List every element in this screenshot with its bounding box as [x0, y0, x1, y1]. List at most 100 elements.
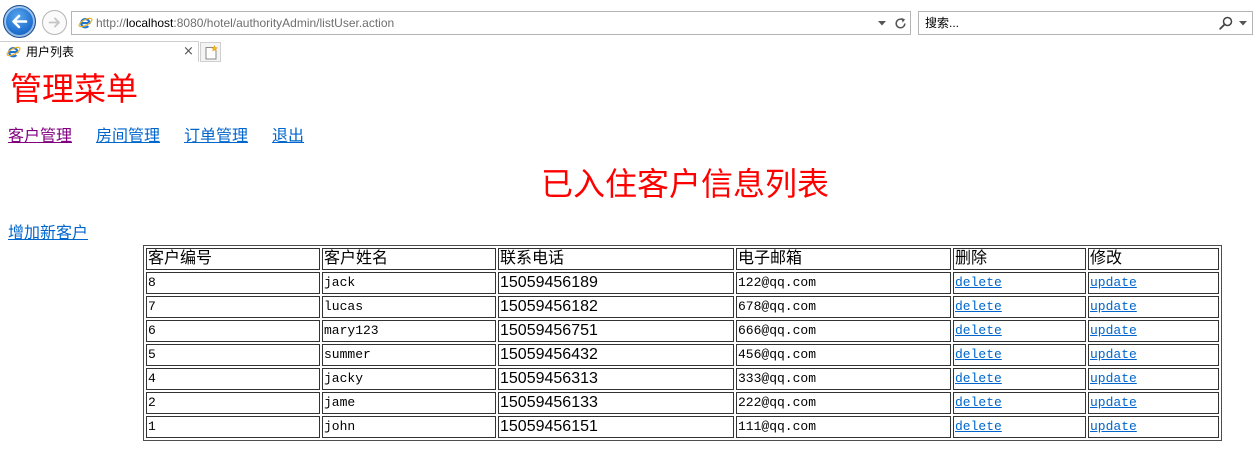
table-row: 5 summer 15059456432 456@qq.com delete u…	[146, 344, 1219, 366]
update-cell: update	[1088, 344, 1219, 366]
email-cell: 456@qq.com	[736, 344, 951, 366]
table-row: 6 mary123 15059456751 666@qq.com delete …	[146, 320, 1219, 342]
delete-link[interactable]: delete	[955, 419, 1002, 434]
page-title: 已入住客户信息列表	[540, 166, 829, 202]
customer-id-cell: 7	[146, 296, 320, 318]
update-cell: update	[1088, 296, 1219, 318]
phone-cell: 15059456432	[498, 344, 734, 366]
phone-cell: 15059456151	[498, 416, 734, 438]
table-header-row: 客户编号 客户姓名 联系电话 电子邮箱 删除 修改	[146, 248, 1219, 270]
phone-cell: 15059456751	[498, 320, 734, 342]
chevron-down-icon[interactable]	[878, 21, 886, 26]
page-content: 管理菜单 客户管理 房间管理 订单管理 退出 已入住客户信息列表 增加新客户 客…	[0, 62, 1256, 470]
update-link[interactable]: update	[1090, 323, 1137, 338]
email-cell: 222@qq.com	[736, 392, 951, 414]
delete-link[interactable]: delete	[955, 395, 1002, 410]
address-url[interactable]: http://localhost:8080/hotel/authorityAdm…	[96, 12, 394, 34]
browser-toolbar: http://localhost:8080/hotel/authorityAdm…	[0, 0, 1256, 40]
update-link[interactable]: update	[1090, 371, 1137, 386]
customer-id-cell: 2	[146, 392, 320, 414]
customer-id-cell: 5	[146, 344, 320, 366]
delete-cell: delete	[953, 296, 1086, 318]
header-email: 电子邮箱	[736, 248, 951, 270]
address-bar[interactable]: http://localhost:8080/hotel/authorityAdm…	[71, 11, 911, 35]
table-row: 1 john 15059456151 111@qq.com delete upd…	[146, 416, 1219, 438]
delete-link[interactable]: delete	[955, 323, 1002, 338]
tab-strip: 用户列表 ×	[0, 40, 1256, 62]
update-link[interactable]: update	[1090, 275, 1137, 290]
customer-id-cell: 6	[146, 320, 320, 342]
update-cell: update	[1088, 416, 1219, 438]
phone-cell: 15059456189	[498, 272, 734, 294]
tab-close-button[interactable]: ×	[183, 42, 194, 62]
nav-link-customer-management[interactable]: 客户管理	[8, 127, 72, 147]
refresh-icon[interactable]	[894, 17, 907, 30]
back-arrow-icon	[12, 14, 28, 29]
customer-id-cell: 1	[146, 416, 320, 438]
table-row: 4 jacky 15059456313 333@qq.com delete up…	[146, 368, 1219, 390]
back-button[interactable]	[3, 5, 36, 38]
forward-arrow-icon	[48, 17, 60, 28]
delete-link[interactable]: delete	[955, 299, 1002, 314]
update-link[interactable]: update	[1090, 299, 1137, 314]
header-delete: 删除	[953, 248, 1086, 270]
email-cell: 333@qq.com	[736, 368, 951, 390]
update-cell: update	[1088, 392, 1219, 414]
delete-cell: delete	[953, 320, 1086, 342]
delete-cell: delete	[953, 344, 1086, 366]
table-row: 8 jack 15059456189 122@qq.com delete upd…	[146, 272, 1219, 294]
nav-link-room-management[interactable]: 房间管理	[96, 127, 160, 147]
phone-cell: 15059456133	[498, 392, 734, 414]
nav-link-order-management[interactable]: 订单管理	[184, 127, 248, 147]
url-host: localhost	[126, 16, 174, 30]
admin-nav: 客户管理 房间管理 订单管理 退出	[8, 127, 304, 147]
customer-name-cell: lucas	[322, 296, 496, 318]
update-link[interactable]: update	[1090, 419, 1137, 434]
header-customer-name: 客户姓名	[322, 248, 496, 270]
customer-id-cell: 8	[146, 272, 320, 294]
tab-user-list[interactable]: 用户列表 ×	[0, 41, 199, 62]
new-tab-icon	[205, 45, 218, 60]
customer-table: 客户编号 客户姓名 联系电话 电子邮箱 删除 修改 8 jack 1505945…	[143, 245, 1222, 441]
customer-name-cell: jacky	[322, 368, 496, 390]
delete-cell: delete	[953, 392, 1086, 414]
update-cell: update	[1088, 272, 1219, 294]
update-cell: update	[1088, 320, 1219, 342]
add-customer-link[interactable]: 增加新客户	[8, 224, 88, 244]
delete-cell: delete	[953, 416, 1086, 438]
update-link[interactable]: update	[1090, 395, 1137, 410]
search-icon[interactable]	[1219, 16, 1233, 30]
customer-name-cell: summer	[322, 344, 496, 366]
customer-name-cell: mary123	[322, 320, 496, 342]
search-box[interactable]	[918, 11, 1253, 35]
customer-name-cell: jame	[322, 392, 496, 414]
nav-link-logout[interactable]: 退出	[272, 127, 304, 147]
customer-name-cell: jack	[322, 272, 496, 294]
tab-title: 用户列表	[26, 45, 75, 59]
chevron-down-icon[interactable]	[1239, 21, 1247, 26]
customer-id-cell: 4	[146, 368, 320, 390]
update-link[interactable]: update	[1090, 347, 1137, 362]
internet-explorer-icon	[78, 17, 93, 29]
email-cell: 122@qq.com	[736, 272, 951, 294]
update-cell: update	[1088, 368, 1219, 390]
table-row: 7 lucas 15059456182 678@qq.com delete up…	[146, 296, 1219, 318]
delete-cell: delete	[953, 368, 1086, 390]
phone-cell: 15059456313	[498, 368, 734, 390]
email-cell: 666@qq.com	[736, 320, 951, 342]
header-customer-id: 客户编号	[146, 248, 320, 270]
internet-explorer-icon	[6, 46, 21, 58]
delete-link[interactable]: delete	[955, 371, 1002, 386]
email-cell: 111@qq.com	[736, 416, 951, 438]
new-tab-button[interactable]	[200, 42, 221, 62]
search-input[interactable]	[925, 13, 1210, 33]
header-update: 修改	[1088, 248, 1219, 270]
delete-link[interactable]: delete	[955, 347, 1002, 362]
menu-title: 管理菜单	[10, 71, 139, 107]
url-path: :8080/hotel/authorityAdmin/listUser.acti…	[173, 16, 395, 30]
delete-link[interactable]: delete	[955, 275, 1002, 290]
forward-button[interactable]	[42, 10, 67, 35]
table-row: 2 jame 15059456133 222@qq.com delete upd…	[146, 392, 1219, 414]
customer-name-cell: john	[322, 416, 496, 438]
header-phone: 联系电话	[498, 248, 734, 270]
